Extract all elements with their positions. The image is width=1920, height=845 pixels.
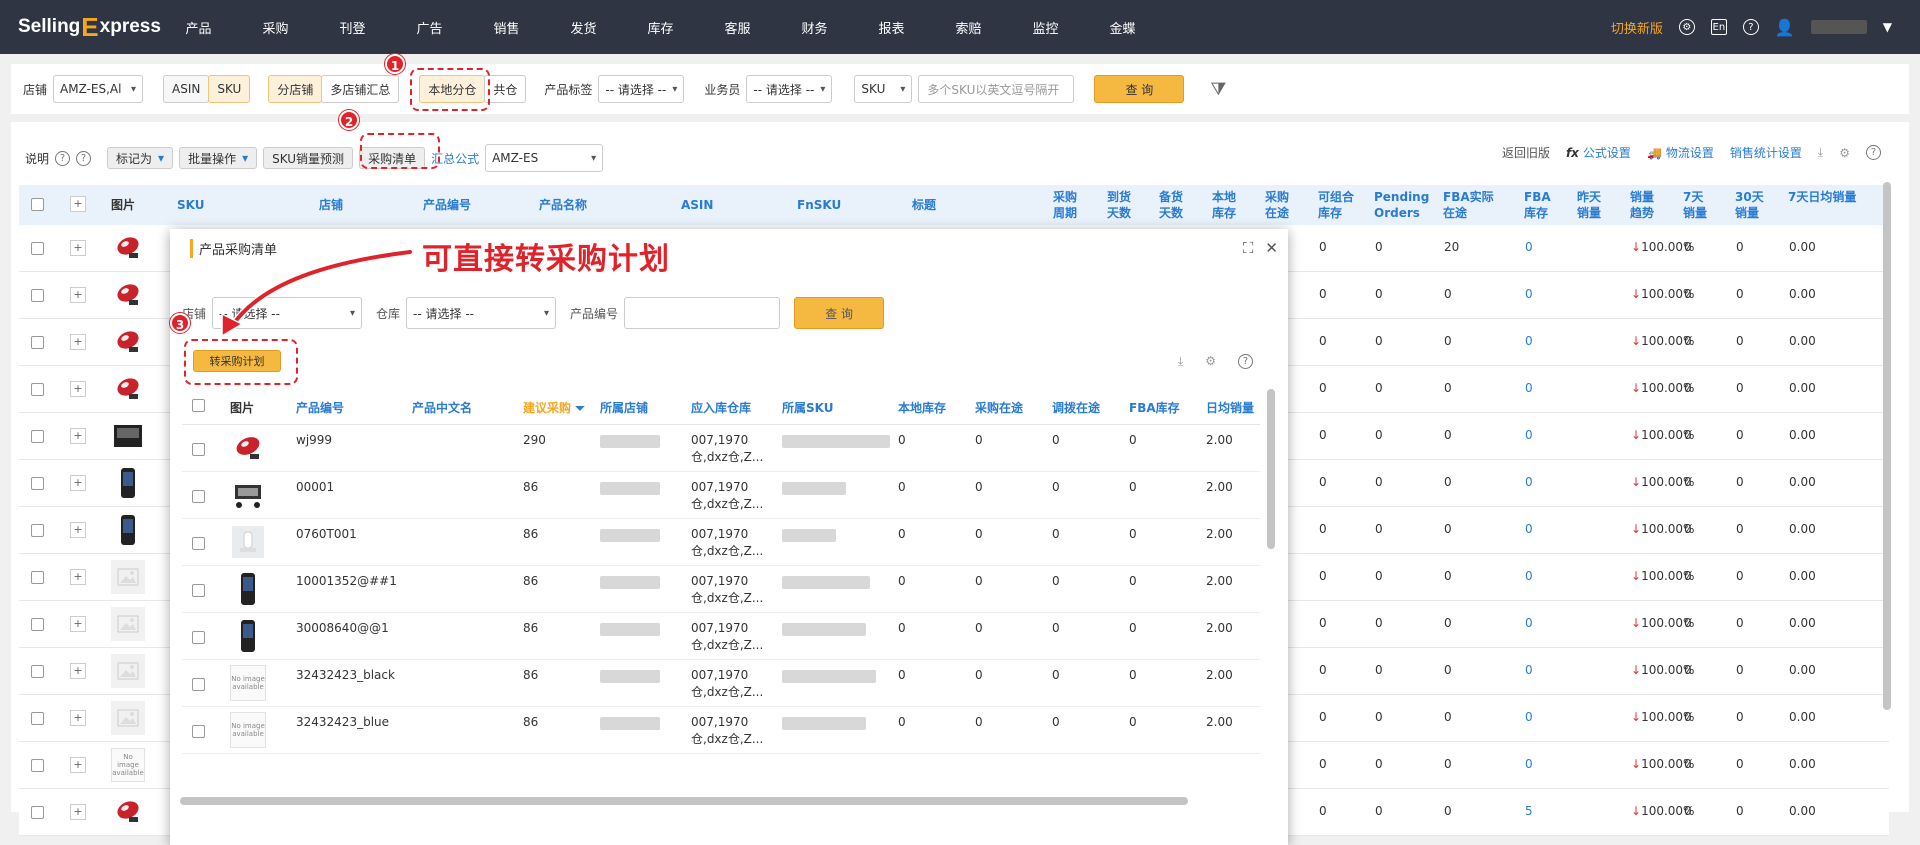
annotation-arrow-icon bbox=[221, 248, 414, 338]
